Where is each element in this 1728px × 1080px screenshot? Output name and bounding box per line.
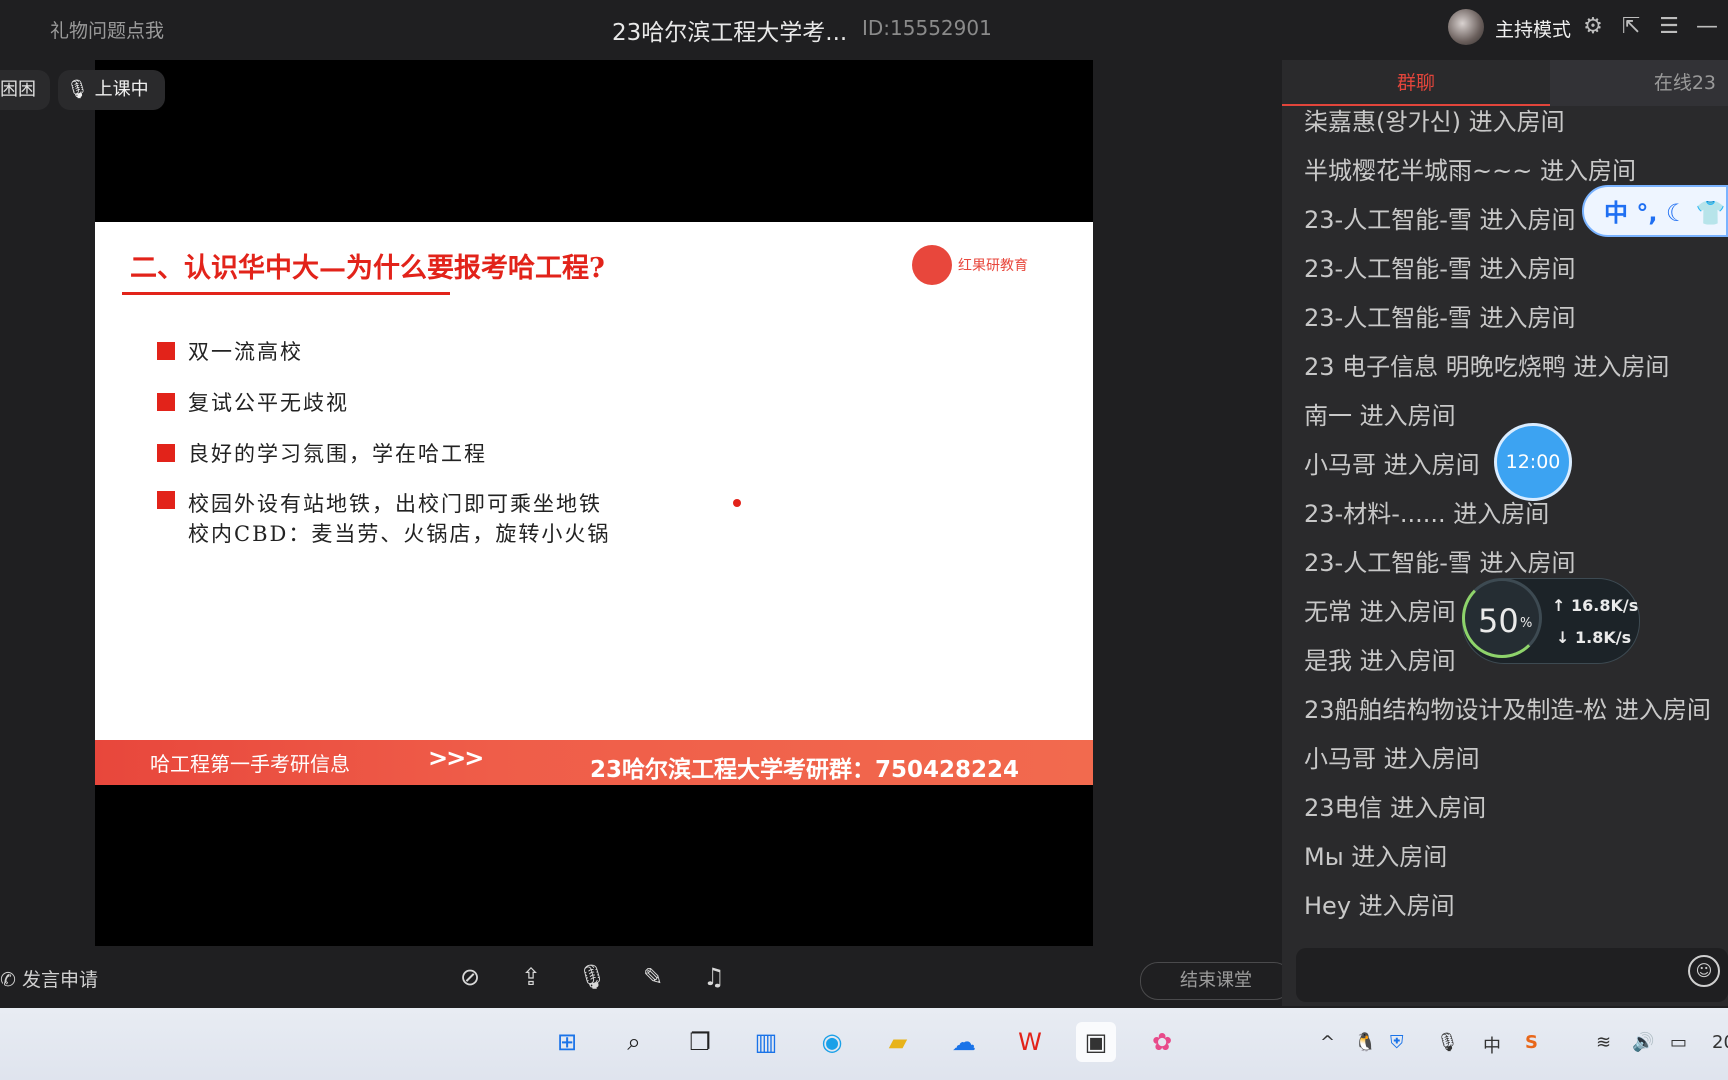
brand-logo-text: 红果研教育 — [958, 258, 1028, 274]
bullet-text: 复试公平无歧视 — [188, 391, 349, 415]
chat-message: 柒嘉惠(왕가신) 进入房间 — [1304, 108, 1565, 136]
edit-icon[interactable]: ✎ — [638, 962, 668, 992]
volume-icon[interactable]: 🔊 — [1632, 1032, 1654, 1053]
chat-message: 23-人工智能-雪 进入房间 — [1304, 255, 1576, 283]
chat-message: Hey 进入房间 — [1304, 892, 1455, 920]
upload-speed: ↑ 16.8K/s — [1552, 596, 1639, 615]
colorful-app-icon[interactable]: ✿ — [1142, 1022, 1182, 1062]
slide-title-underline — [122, 292, 450, 295]
classroom-app-icon[interactable]: ▣ — [1076, 1022, 1116, 1062]
wps-office-icon[interactable]: W — [1010, 1022, 1050, 1062]
gift-link[interactable]: 礼物问题点我 — [50, 16, 164, 43]
chat-message: 23 电子信息 明晚吃烧鸭 进入房间 — [1304, 353, 1670, 381]
speak-request-button[interactable]: ✆ 发言申请 — [0, 965, 98, 992]
camera-off-icon[interactable]: ⊘ — [455, 962, 485, 992]
ime-mode-label: 中 — [1604, 199, 1628, 227]
screen-share-icon[interactable]: ⇪ — [516, 962, 546, 992]
battery-icon[interactable]: ▭ — [1670, 1032, 1687, 1053]
settings-icon[interactable]: ⚙ — [1580, 14, 1606, 40]
bullet-text: 良好的学习氛围，学在哈工程 — [188, 442, 487, 466]
emoji-icon[interactable]: ☺ — [1688, 955, 1720, 987]
bullet-icon — [157, 444, 175, 462]
widgets-icon[interactable]: ▥ — [746, 1022, 786, 1062]
qq-icon[interactable]: 🐧 — [1354, 1032, 1376, 1053]
search-icon[interactable]: ⌕ — [614, 1022, 654, 1062]
status-chip-label: 上课中 — [94, 79, 149, 100]
laser-pointer-dot — [733, 499, 741, 507]
chat-message: 23-人工智能-雪 进入房间 — [1304, 304, 1576, 332]
microphone-icon[interactable]: 🎙 — [577, 962, 607, 992]
task-view-icon[interactable]: ❐ — [680, 1022, 720, 1062]
chat-message: 23电信 进入房间 — [1304, 794, 1487, 822]
start-menu-icon[interactable]: ⊞ — [547, 1022, 587, 1062]
end-class-button[interactable]: 结束课堂 — [1140, 962, 1292, 1000]
bullet-icon — [157, 342, 175, 360]
chat-message: 23-材料-...... 进入房间 — [1304, 500, 1550, 528]
avatar[interactable] — [1448, 9, 1484, 45]
room-id: ID:15552901 — [862, 16, 992, 40]
brand-logo-icon — [912, 245, 952, 285]
app-cloud-icon[interactable]: ☁ — [944, 1022, 984, 1062]
user-chip-label: 困困 — [0, 79, 36, 100]
chat-message: Мы 进入房间 — [1304, 843, 1448, 871]
chat-message: 小马哥 进入房间 — [1304, 745, 1480, 773]
microphone-icon: 🎙 — [66, 79, 89, 100]
taskbar — [0, 1008, 1728, 1080]
banner-arrows: >>> — [428, 744, 484, 772]
external-link-icon[interactable]: ⇱ — [1618, 14, 1644, 40]
chat-message: 23船舶结构物设计及制造-松 进入房间 — [1304, 696, 1711, 724]
bullet-icon — [157, 491, 175, 509]
chat-input[interactable] — [1296, 948, 1728, 1002]
user-chip: 困困 — [0, 70, 50, 110]
music-icon[interactable]: ♫ — [699, 962, 729, 992]
microphone-tray-icon[interactable]: 🎙 — [1436, 1032, 1459, 1053]
bullet-text-extra: 校内CBD：麦当劳、火锅店，旋转小火锅 — [188, 522, 611, 546]
wifi-icon[interactable]: ≋ — [1596, 1032, 1611, 1053]
banner-left-text: 哈工程第一手考研信息 — [150, 752, 350, 776]
room-title: 23哈尔滨工程大学考... — [612, 20, 848, 46]
minimize-icon[interactable]: — — [1694, 14, 1720, 40]
tray-overflow-icon[interactable]: ^ — [1320, 1032, 1335, 1053]
phone-icon: ✆ — [0, 969, 16, 991]
bullet-text: 校园外设有站地铁，出校门即可乘坐地铁 — [188, 492, 602, 516]
taskbar-clock[interactable]: 20 — [1712, 1032, 1728, 1053]
banner-right-text: 23哈尔滨工程大学考研群：750428224 — [590, 757, 1020, 783]
speak-request-label: 发言申请 — [21, 969, 98, 991]
download-speed: ↓ 1.8K/s — [1556, 628, 1632, 647]
floating-clock[interactable]: 12:00 — [1494, 423, 1572, 501]
ime-floating-bar[interactable]: 中 °, ☾ 👕 — [1582, 185, 1728, 237]
memory-usage-percent-symbol: % — [1520, 616, 1533, 631]
edge-browser-icon[interactable]: ◉ — [812, 1022, 852, 1062]
bullet-icon — [157, 393, 175, 411]
status-chip: 🎙 上课中 — [58, 70, 165, 110]
slide-title: 二、认识华中大—为什么要报考哈工程? — [130, 253, 605, 284]
security-shield-icon[interactable]: ⛨ — [1390, 1032, 1404, 1053]
bullet-text: 双一流高校 — [188, 340, 303, 364]
sogou-ime-icon[interactable]: S — [1525, 1032, 1538, 1053]
memory-usage-percent: 50 — [1478, 602, 1519, 640]
file-explorer-icon[interactable]: ▰ — [878, 1022, 918, 1062]
menu-icon[interactable]: ☰ — [1656, 14, 1682, 40]
host-mode-button[interactable]: 主持模式 — [1495, 15, 1571, 42]
ime-tray-label[interactable]: 中 — [1483, 1032, 1501, 1058]
